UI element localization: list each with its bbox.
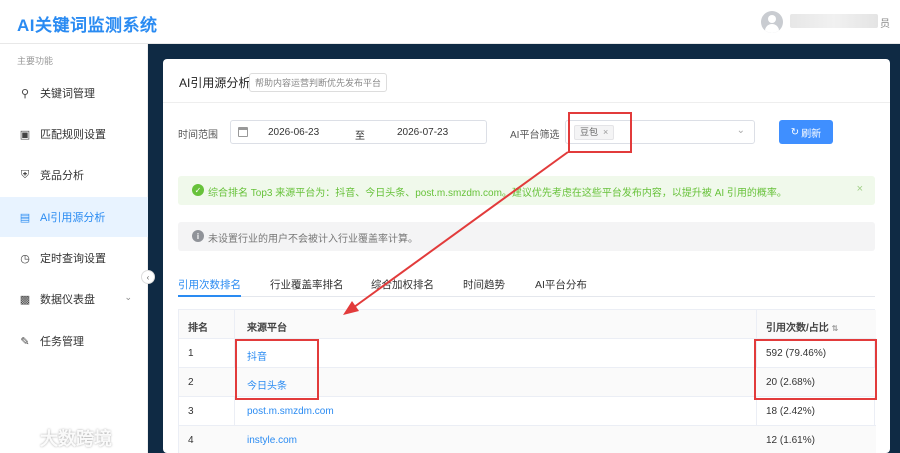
trophy-icon: ⛨ [20, 168, 30, 181]
watermark-logo-icon [8, 428, 34, 448]
sidebar-item-label: AI引用源分析 [40, 212, 106, 224]
annotation-source-box [235, 339, 319, 400]
chevron-down-icon: ⌄ [124, 292, 132, 302]
sort-icon[interactable]: ⇅ [832, 324, 839, 333]
top3-alert-text: 综合排名 Top3 来源平台为：抖音、今日头条、post.m.smzdm.com… [208, 188, 787, 199]
sidebar-item-label: 匹配规则设置 [40, 129, 106, 141]
tab-industry-coverage[interactable]: 行业覆盖率排名 [270, 277, 344, 292]
sidebar-item-label: 关键词管理 [40, 88, 95, 100]
row-source-link[interactable]: post.m.smzdm.com [247, 406, 334, 417]
app-title: AI关键词监测系统 [17, 16, 158, 35]
page-hint-badge: 帮助内容运营判断优先发布平台 [249, 73, 388, 92]
row-rank: 4 [188, 435, 194, 446]
close-icon[interactable]: × [857, 183, 863, 195]
page-title: AI引用源分析 [179, 76, 251, 90]
sidebar-item-competitor[interactable]: ⛨ 竞品分析 [0, 155, 148, 195]
sidebar: 主要功能 ⚲ 关键词管理 ▣ 匹配规则设置 ⛨ 竞品分析 ▤ AI引用源分析 ◷… [0, 44, 148, 453]
tab-weighted-rank[interactable]: 综合加权排名 [371, 277, 434, 292]
timer-icon: ◷ [20, 252, 30, 265]
username-redacted[interactable] [790, 14, 878, 28]
task-icon: ✎ [20, 335, 30, 348]
row-citations: 12 (1.61%) [766, 435, 815, 446]
sidebar-item-dashboard[interactable]: ▩ 数据仪表盘 ⌄ [0, 279, 148, 319]
time-range-label: 时间范围 [178, 130, 218, 141]
sidebar-item-label: 定时查询设置 [40, 253, 106, 265]
platform-filter-label: AI平台筛选 [510, 130, 560, 141]
user-avatar-icon[interactable] [761, 11, 783, 33]
sidebar-item-label: 任务管理 [40, 336, 84, 348]
tab-time-trend[interactable]: 时间趋势 [463, 277, 505, 292]
refresh-label: 刷新 [801, 128, 822, 140]
annotation-citations-box [754, 339, 877, 400]
sidebar-item-schedule[interactable]: ◷ 定时查询设置 [0, 238, 148, 278]
industry-note-text: 未设置行业的用户不会被计入行业覆盖率计算。 [208, 234, 418, 245]
row-rank: 3 [188, 406, 194, 417]
calendar-icon [238, 127, 248, 137]
date-range-picker[interactable]: 2026-06-23 至 2026-07-23 [230, 120, 487, 144]
industry-note-alert: i 未设置行业的用户不会被计入行业覆盖率计算。 [178, 222, 875, 251]
header-rank: 排名 [188, 323, 208, 334]
header-citations[interactable]: 引用次数/占比 ⇅ [766, 319, 838, 334]
row-citations: 18 (2.42%) [766, 406, 815, 417]
top-header: AI关键词监测系统 员 [0, 0, 900, 44]
top3-alert: ✓ 综合排名 Top3 来源平台为：抖音、今日头条、post.m.smzdm.c… [178, 176, 875, 205]
sidebar-item-keywords[interactable]: ⚲ 关键词管理 [0, 73, 148, 113]
chart-icon: ▩ [19, 293, 31, 306]
info-icon: i [192, 230, 204, 242]
header-source: 来源平台 [247, 323, 287, 334]
ranking-tabs: 引用次数排名 行业覆盖率排名 综合加权排名 时间趋势 AI平台分布 [178, 269, 875, 297]
key-icon: ⚲ [20, 87, 30, 100]
card-header: AI引用源分析 帮助内容运营判断优先发布平台 [163, 59, 890, 103]
tab-ai-platform[interactable]: AI平台分布 [535, 277, 587, 292]
date-range-separator: 至 [355, 131, 365, 142]
file-icon: ▤ [19, 211, 31, 224]
sidebar-item-tasks[interactable]: ✎ 任务管理 [0, 321, 148, 361]
refresh-button[interactable]: ↻ 刷新 [779, 120, 833, 144]
tab-citation-rank[interactable]: 引用次数排名 [178, 277, 241, 292]
table-row[interactable]: 3 post.m.smzdm.com 18 (2.42%) [179, 397, 876, 426]
active-tab-indicator [178, 295, 241, 297]
sidebar-item-label: 数据仪表盘 [40, 294, 95, 306]
document-icon: ▣ [19, 128, 31, 141]
check-circle-icon: ✓ [192, 184, 204, 196]
table-header: 排名 来源平台 引用次数/占比 ⇅ [179, 310, 876, 339]
annotation-platform-box [568, 112, 632, 153]
chevron-down-icon: ⌄ [736, 125, 745, 136]
row-rank: 2 [188, 377, 194, 388]
row-rank: 1 [188, 348, 194, 359]
row-source-link[interactable]: instyle.com [247, 435, 297, 446]
collapse-sidebar-icon[interactable]: ‹ [141, 270, 155, 284]
sidebar-item-label: 竞品分析 [40, 170, 84, 182]
start-date-input[interactable]: 2026-06-23 [268, 127, 319, 138]
end-date-input[interactable]: 2026-07-23 [397, 127, 448, 138]
sidebar-item-match-rules[interactable]: ▣ 匹配规则设置 [0, 114, 148, 154]
sidebar-item-ai-source[interactable]: ▤ AI引用源分析 [0, 197, 148, 237]
sidebar-group-label: 主要功能 [17, 56, 54, 66]
username-suffix: 员 [880, 19, 890, 30]
watermark: 大数跨境 [8, 425, 112, 451]
table-row[interactable]: 4 instyle.com 12 (1.61%) [179, 426, 876, 453]
refresh-icon: ↻ [790, 126, 800, 138]
